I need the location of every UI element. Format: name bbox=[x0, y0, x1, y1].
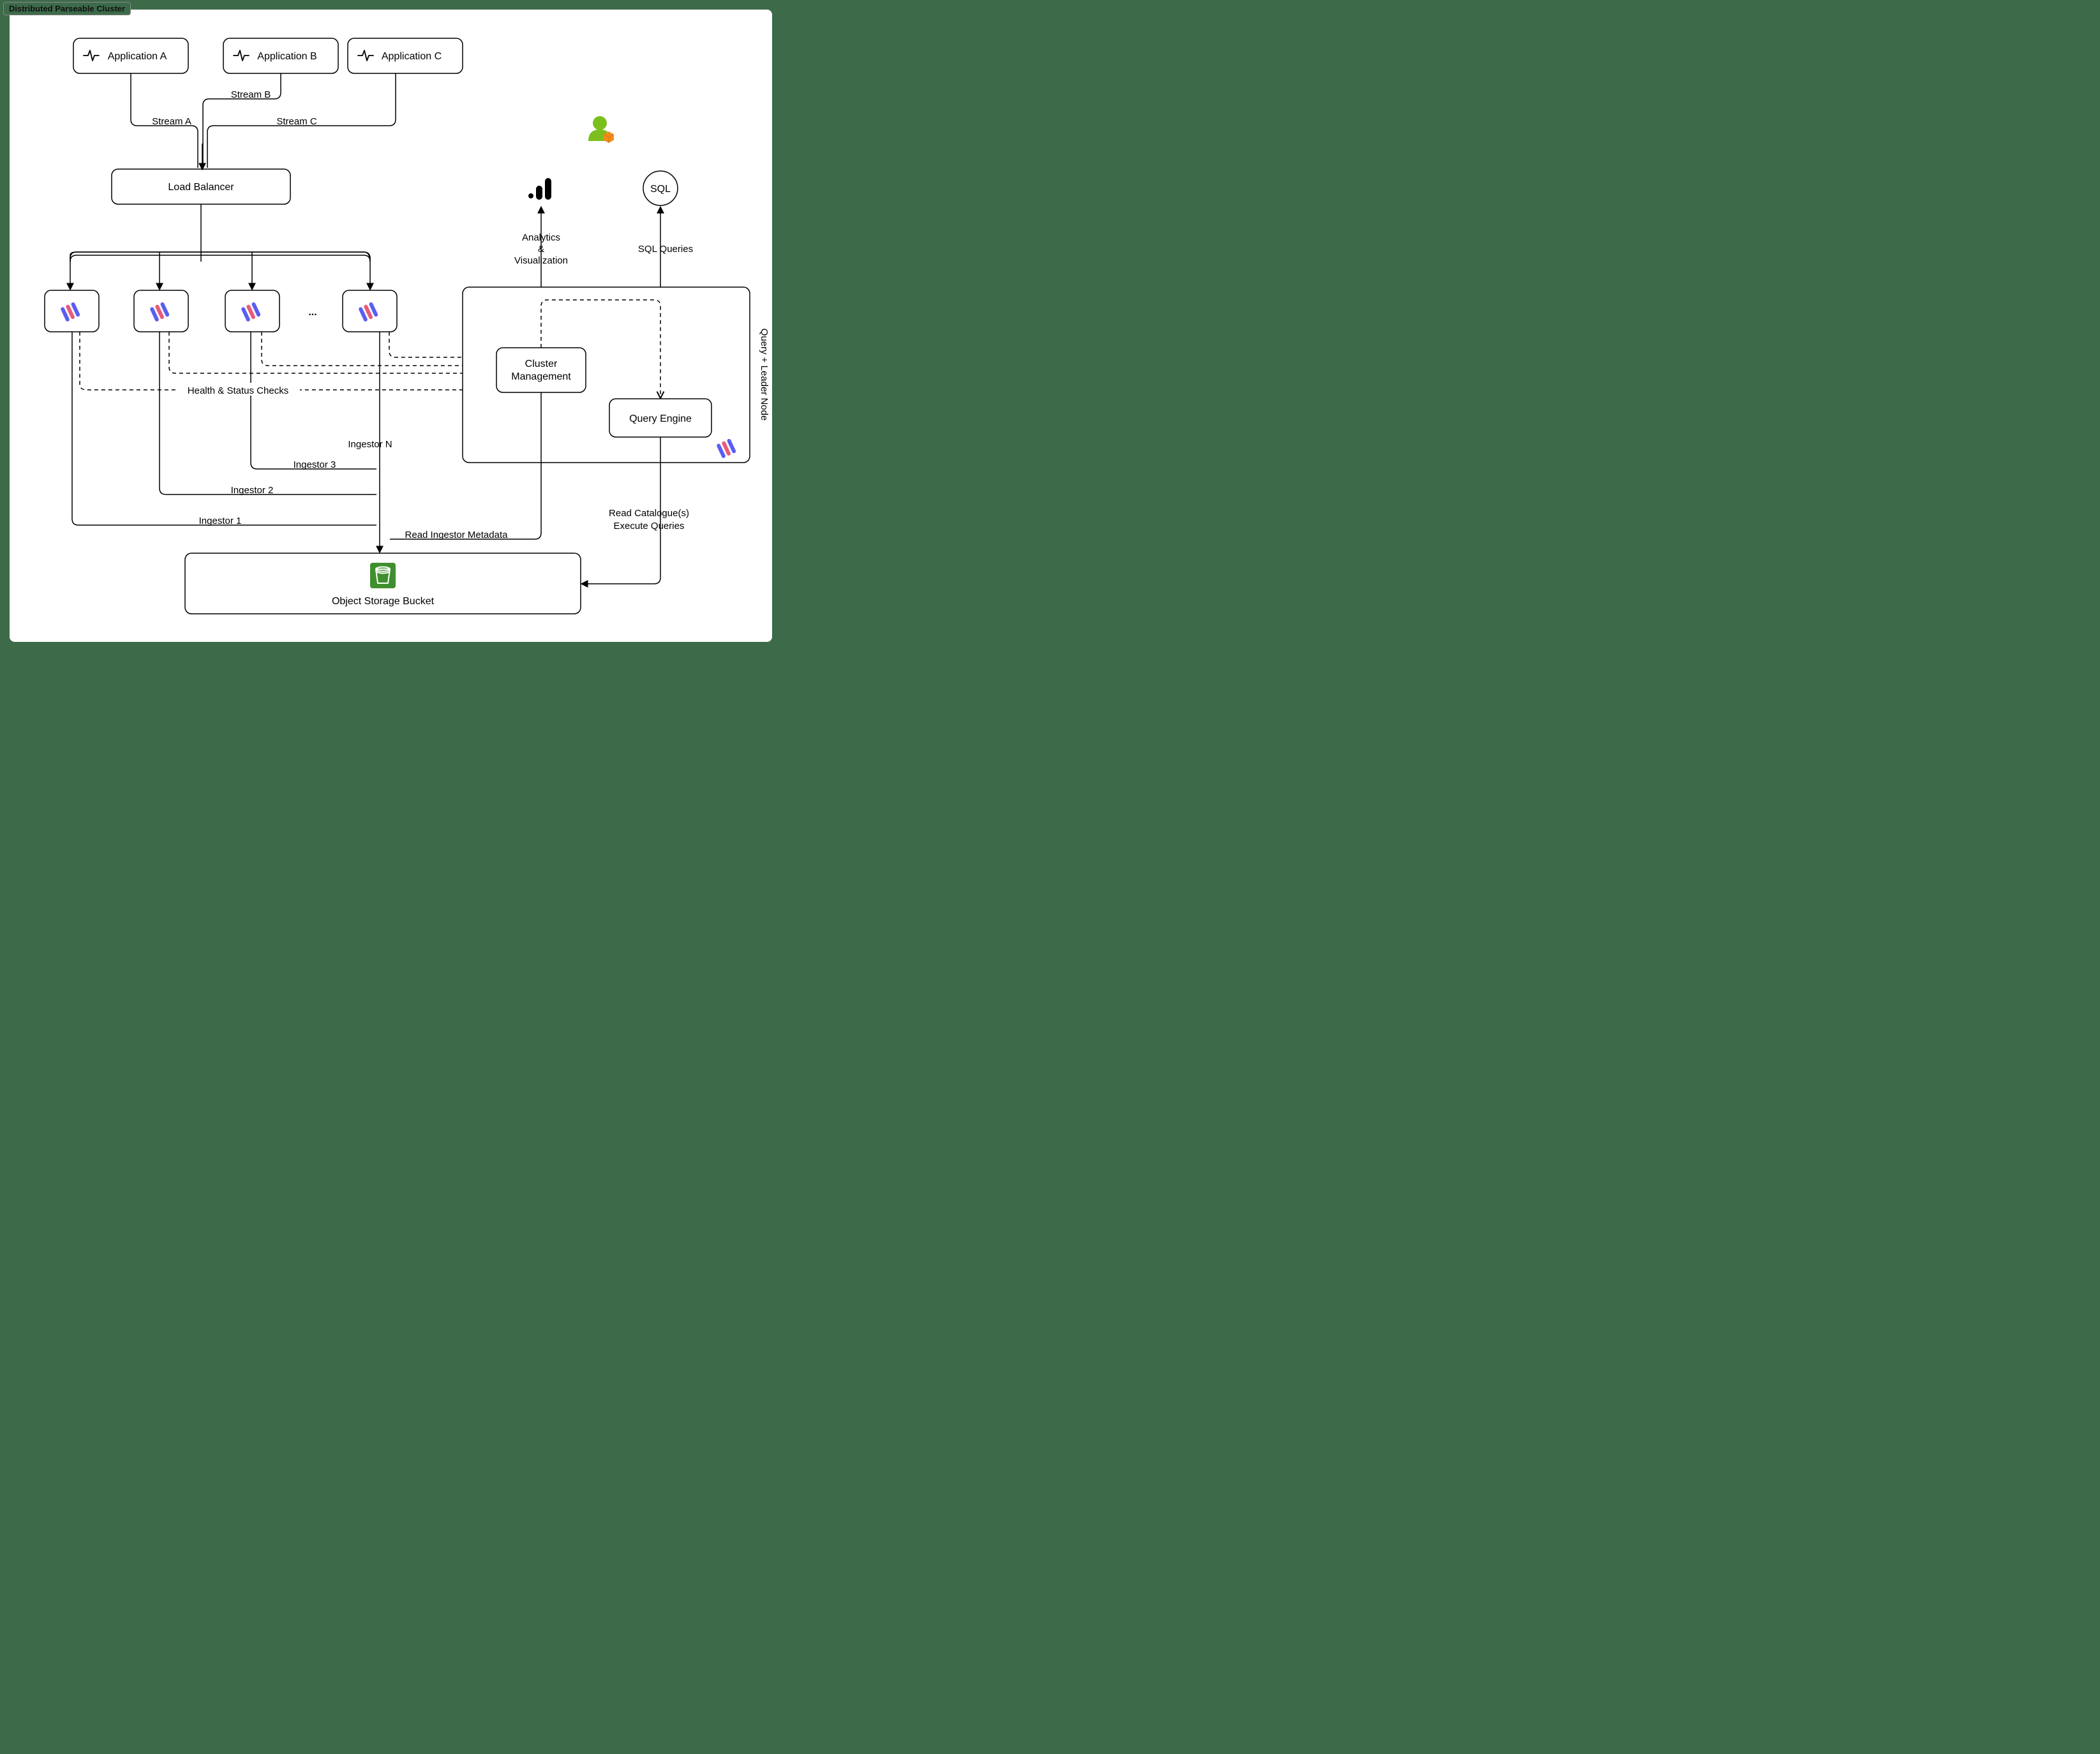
node-application-c: Application C bbox=[348, 38, 463, 73]
sql-label: SQL bbox=[650, 184, 671, 195]
health-label: Health & Status Checks bbox=[188, 385, 288, 396]
analytics-label-2: & bbox=[538, 244, 544, 255]
ingestor-3-label: Ingestor 3 bbox=[294, 459, 336, 470]
ingestor-1-label: Ingestor 1 bbox=[199, 516, 242, 526]
diagram-title: Distributed Parseable Cluster bbox=[3, 2, 131, 15]
load-balancer-label: Load Balancer bbox=[168, 182, 234, 193]
edge-ing2-storage bbox=[160, 332, 376, 494]
node-application-b: Application B bbox=[223, 38, 338, 73]
leader-side-label: Query + Leader Node bbox=[759, 329, 770, 421]
stream-b-label: Stream B bbox=[231, 89, 271, 100]
stream-a-label: Stream A bbox=[152, 116, 191, 127]
analytics-label-3: Visualization bbox=[514, 255, 568, 266]
object-storage-label: Object Storage Bucket bbox=[332, 596, 435, 607]
query-engine-label: Query Engine bbox=[629, 413, 692, 424]
edge-ing1-storage bbox=[72, 332, 376, 525]
node-query-engine: Query Engine bbox=[609, 399, 711, 437]
read-cat-label-2: Execute Queries bbox=[614, 521, 685, 531]
node-object-storage: Object Storage Bucket bbox=[185, 553, 581, 614]
application-a-label: Application A bbox=[108, 51, 167, 62]
analytics-label-1: Analytics bbox=[522, 232, 560, 243]
user-icon bbox=[588, 116, 614, 143]
cluster-mgmt-label-1: Cluster bbox=[525, 359, 558, 369]
node-application-a: Application A bbox=[73, 38, 188, 73]
edge-health-1 bbox=[80, 332, 495, 390]
node-ingestor-1 bbox=[45, 290, 99, 332]
application-c-label: Application C bbox=[382, 51, 442, 62]
read-cat-label-1: Read Catalogue(s) bbox=[609, 508, 689, 519]
sql-queries-label: SQL Queries bbox=[638, 244, 693, 255]
cluster-mgmt-label-2: Management bbox=[511, 371, 571, 382]
analytics-icon bbox=[528, 178, 551, 200]
ellipsis: ... bbox=[308, 307, 316, 318]
read-ing-meta-label: Read Ingestor Metadata bbox=[405, 530, 509, 540]
node-cluster-management: Cluster Management bbox=[496, 348, 586, 392]
diagram-canvas: Application A Application B Application … bbox=[10, 10, 772, 642]
node-ingestor-n bbox=[343, 290, 397, 332]
edge-stream-b bbox=[203, 73, 281, 168]
ingestor-2-label: Ingestor 2 bbox=[231, 485, 274, 496]
node-sql: SQL bbox=[643, 171, 678, 205]
bucket-icon bbox=[370, 563, 396, 588]
ingestor-n-label: Ingestor N bbox=[348, 439, 392, 450]
node-ingestor-3 bbox=[225, 290, 279, 332]
stream-c-label: Stream C bbox=[276, 116, 317, 127]
edge-health-2 bbox=[169, 332, 495, 373]
edge-health-3 bbox=[262, 332, 495, 366]
node-ingestor-2 bbox=[134, 290, 188, 332]
application-b-label: Application B bbox=[257, 51, 316, 62]
node-load-balancer: Load Balancer bbox=[112, 169, 290, 204]
